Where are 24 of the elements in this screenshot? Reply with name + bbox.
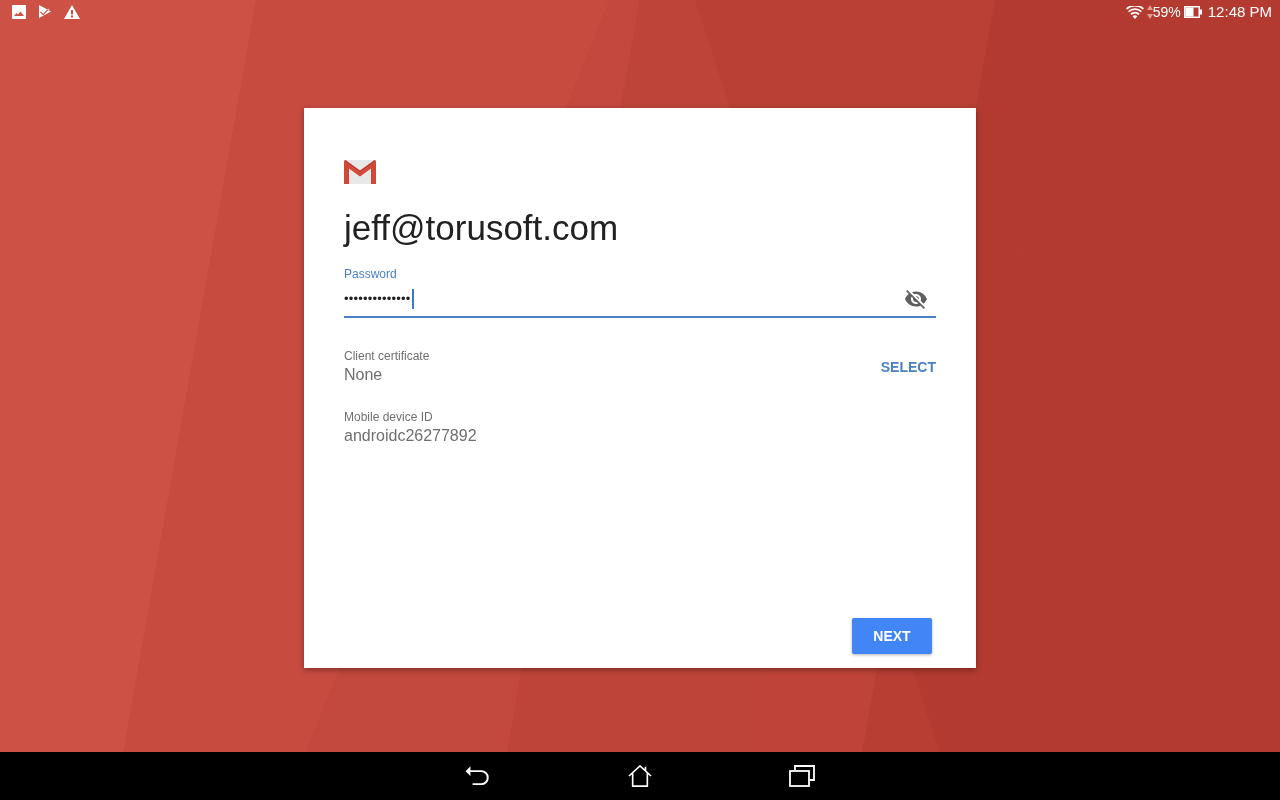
back-icon[interactable] xyxy=(465,765,491,787)
next-button[interactable]: NEXT xyxy=(852,618,932,654)
warning-icon xyxy=(64,5,80,19)
password-label: Password xyxy=(344,266,397,282)
recent-apps-icon[interactable] xyxy=(789,765,815,787)
battery-icon xyxy=(1183,6,1202,18)
field-label: Client certificate xyxy=(344,348,430,364)
battery-percent: 59% xyxy=(1152,3,1181,21)
check-flag-icon xyxy=(38,5,52,19)
password-field[interactable]: •••••••••••••• xyxy=(344,282,936,318)
wifi-icon xyxy=(1125,5,1144,19)
text-cursor-icon xyxy=(411,289,414,309)
eye-slash-icon[interactable] xyxy=(905,289,927,309)
field-label: Mobile device ID xyxy=(344,409,433,425)
clock-time: 12:48 PM xyxy=(1207,3,1272,21)
field-value: None xyxy=(344,365,383,385)
field-value: androidc26277892 xyxy=(344,426,477,446)
select-button[interactable]: SELECT xyxy=(880,358,936,376)
image-icon xyxy=(12,5,26,19)
password-dots: •••••••••••••• xyxy=(344,291,411,307)
data-arrows-icon xyxy=(1146,5,1153,19)
mail-envelope-icon xyxy=(344,160,376,184)
account-email: jeff@torusoft.com xyxy=(344,208,619,248)
home-icon[interactable] xyxy=(627,765,653,787)
